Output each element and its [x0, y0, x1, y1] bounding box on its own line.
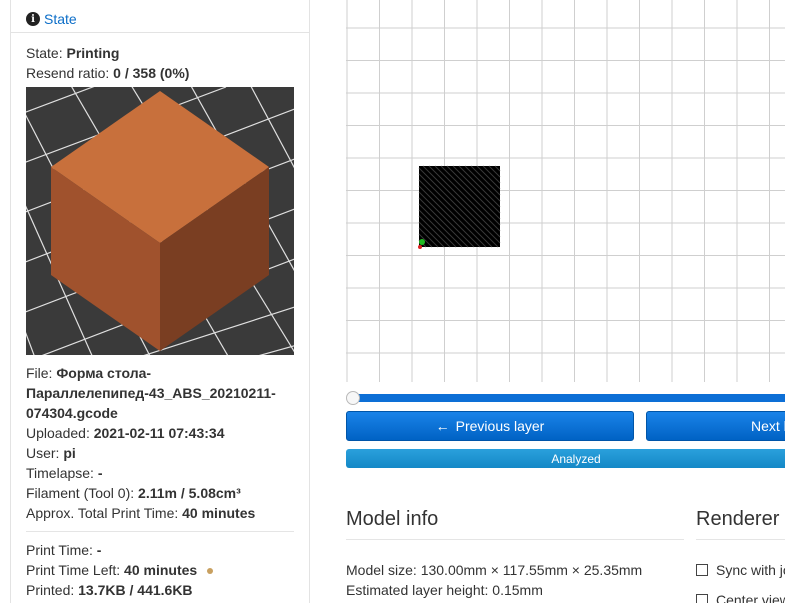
print-time-row: Print Time: -: [26, 542, 102, 558]
origin-marker-red: [418, 245, 422, 249]
user-row: User: pi: [26, 445, 76, 461]
timelapse-value: -: [97, 465, 103, 481]
estimate-origin-icon[interactable]: [207, 568, 214, 575]
previous-layer-button[interactable]: ← Previous layer: [346, 411, 634, 441]
center-view-checkbox[interactable]: [696, 594, 708, 603]
sync-label: Sync with jo: [716, 562, 785, 578]
resend-row: Resend ratio: 0 / 358 (0%): [26, 65, 190, 81]
file-name-3: 074304.gcode: [26, 405, 118, 421]
file-name-2: Параллелепипед-43_ABS_20210211-: [26, 385, 276, 401]
state-value: Printing: [66, 45, 120, 61]
arrow-left-icon: ←: [435, 418, 450, 434]
origin-marker-green: [419, 239, 425, 245]
next-layer-button[interactable]: Next l: [646, 411, 785, 441]
layer-slider[interactable]: [346, 391, 785, 405]
approx-time-value: 40 minutes: [182, 505, 256, 521]
print-thumbnail: [26, 87, 294, 355]
center-view-label: Center view: [716, 592, 785, 603]
cube-preview-image: [26, 87, 294, 355]
model-info-title: Model info: [346, 508, 439, 530]
time-left-value: 40 minutes: [124, 562, 198, 578]
state-header[interactable]: i State: [11, 0, 309, 33]
print-time-value: -: [96, 542, 102, 558]
uploaded-value: 2021-02-11 07:43:34: [93, 425, 225, 441]
filament-value: 2.11m / 5.08cm³: [138, 485, 241, 501]
layer-slider-handle[interactable]: [346, 391, 360, 405]
previous-layer-label: Previous layer: [455, 418, 545, 434]
printed-row: Printed: 13.7KB / 441.6KB: [26, 582, 193, 598]
renderer-title: Renderer: [696, 508, 780, 530]
time-left-row: Print Time Left: 40 minutes: [26, 560, 294, 580]
file-row: File: Форма стола- Параллелепипед-43_ABS…: [26, 365, 276, 421]
file-name-1: Форма стола-: [56, 365, 152, 381]
divider: [346, 539, 684, 540]
state-body: State: Printing Resend ratio: 0 / 358 (0…: [11, 33, 309, 600]
state-header-link[interactable]: State: [44, 11, 77, 27]
resend-value: 0 / 358 (0%): [113, 65, 190, 81]
user-value: pi: [63, 445, 76, 461]
gcode-canvas[interactable]: [346, 0, 785, 382]
analyzed-progress-bar: Analyzed: [346, 449, 785, 468]
center-view-option[interactable]: Center view: [696, 592, 785, 603]
filament-row: Filament (Tool 0): 2.11m / 5.08cm³: [26, 485, 241, 501]
printed-value: 13.7KB / 441.6KB: [78, 582, 193, 598]
timelapse-row: Timelapse: -: [26, 465, 103, 481]
state-panel: i State State: Printing Resend ratio: 0 …: [10, 0, 310, 603]
bed-grid: [346, 0, 785, 382]
layer-slider-track[interactable]: [354, 394, 785, 402]
info-icon: i: [26, 12, 40, 26]
layer-height-line: Estimated layer height: 0.15mm: [346, 582, 543, 598]
approx-time-row: Approx. Total Print Time: 40 minutes: [26, 505, 256, 521]
analyzed-label: Analyzed: [551, 451, 601, 466]
divider: [696, 539, 785, 540]
state-row: State: Printing: [26, 45, 120, 61]
gcode-viewer: ← Previous layer Next l Analyzed Model i…: [330, 0, 785, 603]
divider: [26, 531, 294, 532]
next-layer-label: Next l: [751, 418, 785, 434]
model-size-line: Model size: 130.00mm × 117.55mm × 25.35m…: [346, 562, 643, 578]
uploaded-row: Uploaded: 2021-02-11 07:43:34: [26, 425, 225, 441]
sync-checkbox[interactable]: [696, 564, 708, 576]
sync-option[interactable]: Sync with jo: [696, 562, 785, 578]
